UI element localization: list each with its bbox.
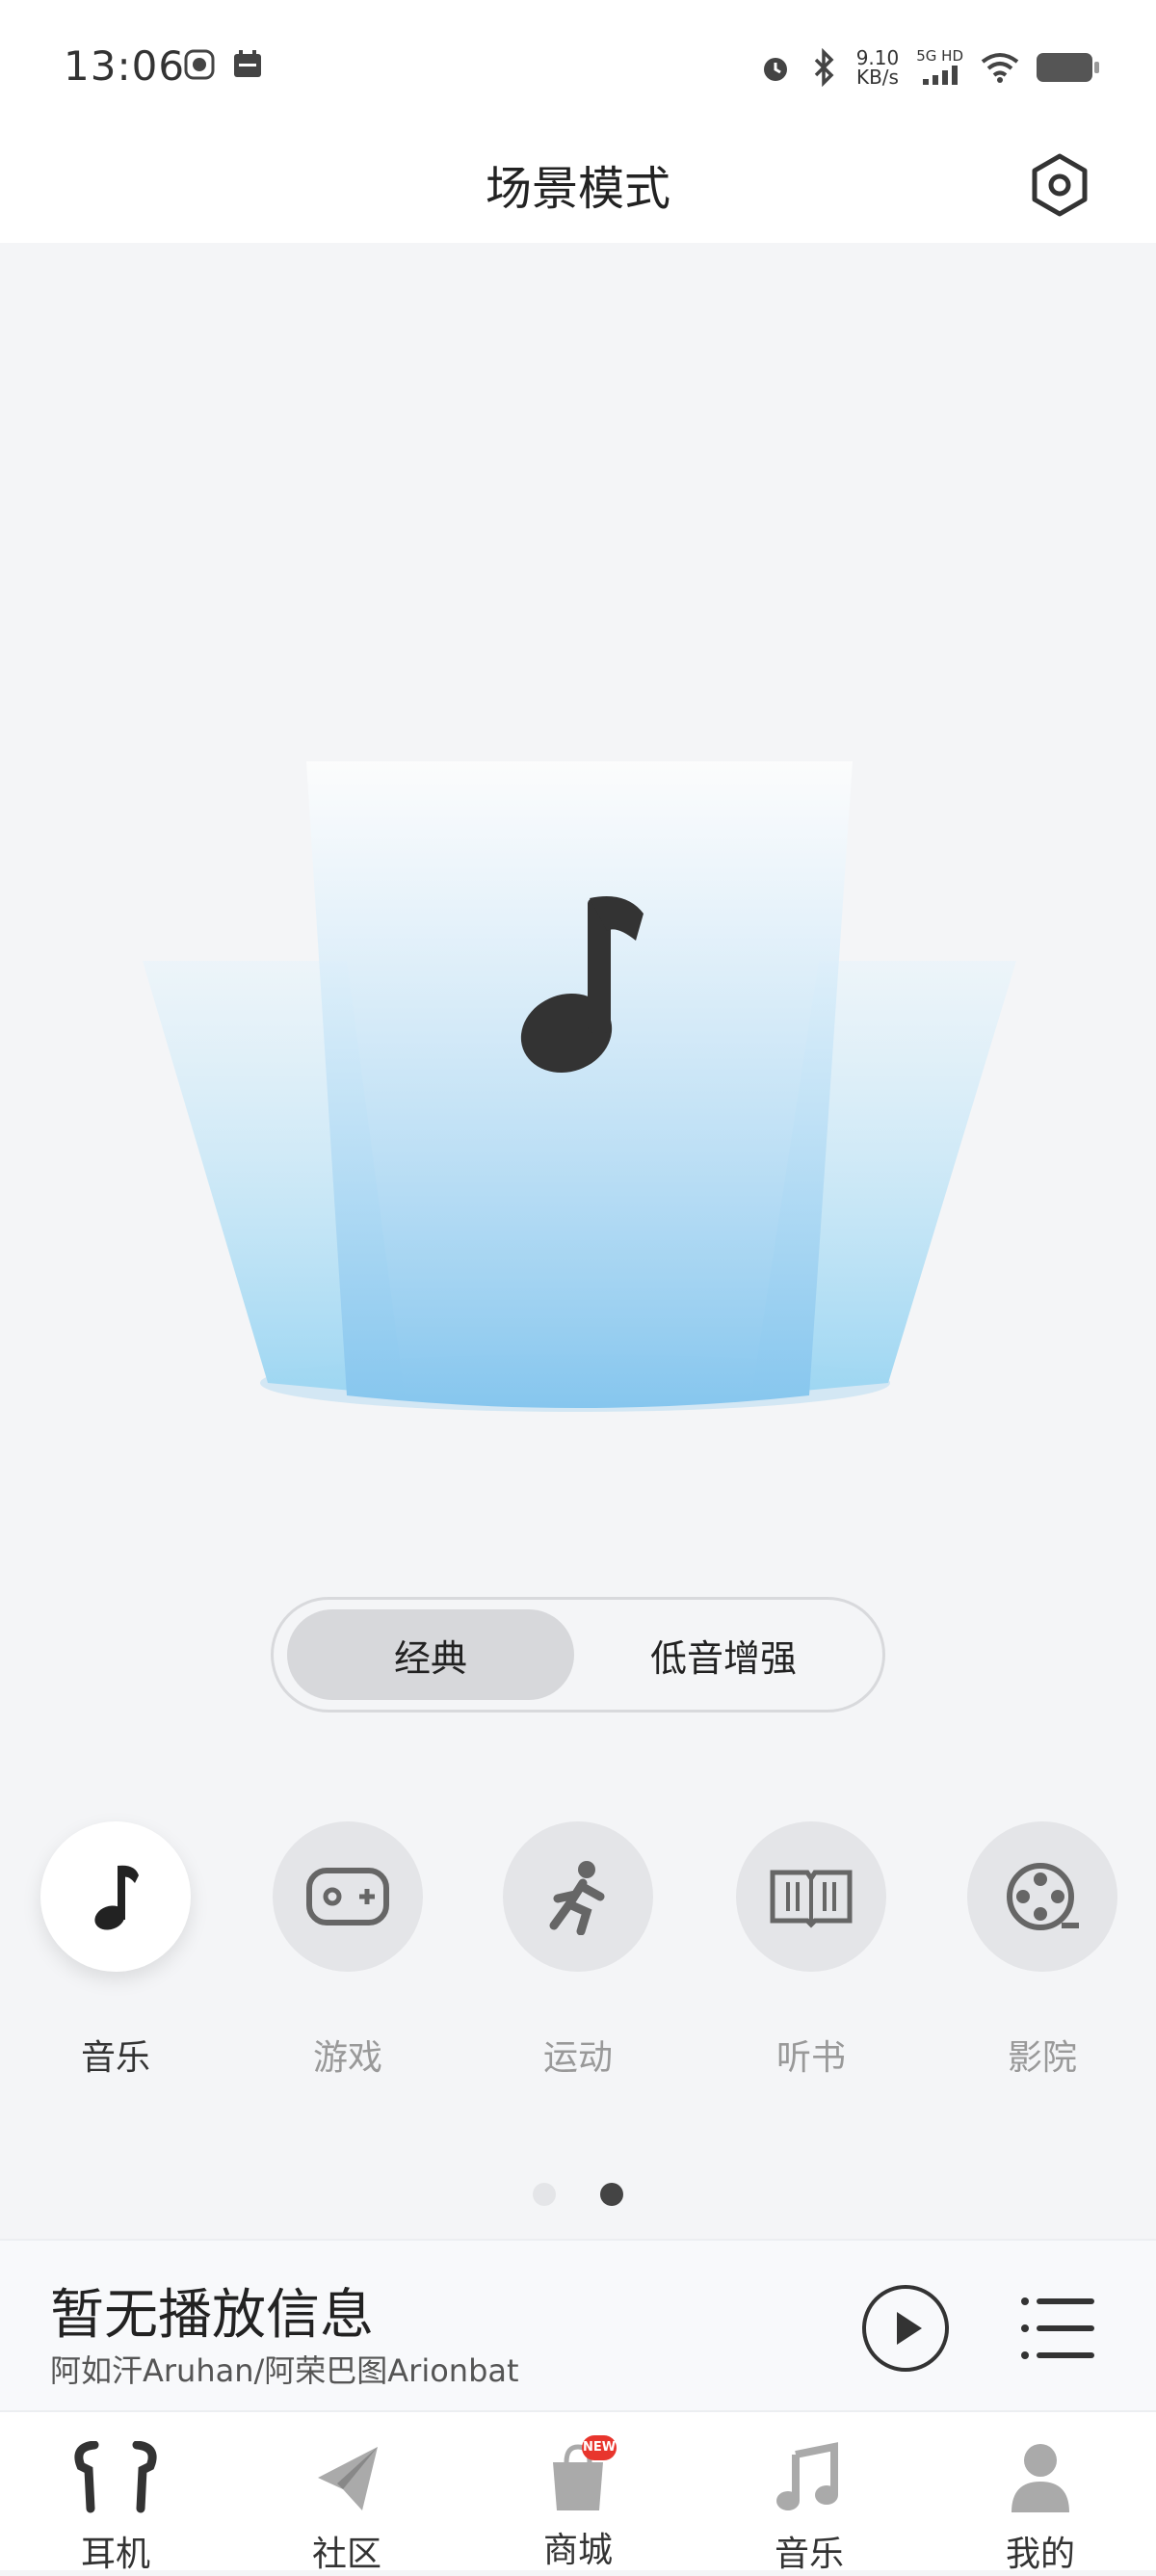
shopping-bag-wrap: NEW <box>530 2435 626 2514</box>
cell-signal-icon <box>922 66 958 85</box>
scene-cinema-label: 影院 <box>1007 2038 1077 2078</box>
status-left-icons <box>183 48 264 81</box>
scene-audiobook[interactable]: 听书 <box>734 1821 888 2080</box>
network-type-label: 5G HD <box>916 47 963 65</box>
tab-earbuds-label: 耳机 <box>80 2535 150 2574</box>
person-icon <box>1012 2444 1069 2512</box>
scene-sport-circle <box>503 1821 653 1972</box>
tab-store-label: 商城 <box>542 2531 613 2570</box>
tab-music[interactable]: 音乐 <box>713 2441 906 2576</box>
earbuds-icon <box>74 2440 157 2513</box>
tab-music-label: 音乐 <box>774 2535 844 2574</box>
music-note-icon <box>94 1865 139 1930</box>
status-right-icons: 9.10 KB/s 5G HD <box>758 46 1099 88</box>
tab-community-label: 社区 <box>311 2535 381 2574</box>
play-button[interactable] <box>860 2283 951 2374</box>
bluetooth-icon <box>814 47 834 87</box>
app-notification-icon <box>184 49 215 80</box>
film-reel-icon <box>1007 1863 1079 1930</box>
scene-selector: 音乐 游戏 运动 听书 影院 <box>0 1821 1156 2091</box>
page-indicator <box>0 2183 1156 2206</box>
header: 场景模式 <box>0 125 1156 243</box>
music-note-icon <box>776 2442 838 2510</box>
scene-visualization <box>0 243 1156 1592</box>
now-playing-bar[interactable]: 暂无播放信息 阿如汗Aruhan/阿荣巴图Arionbat <box>0 2239 1156 2410</box>
running-icon <box>549 1861 605 1935</box>
page-title: 场景模式 <box>485 162 670 216</box>
tab-earbuds[interactable]: 耳机 <box>19 2440 212 2576</box>
net-speed-unit: KB/s <box>855 65 899 89</box>
scene-cinema[interactable]: 影院 <box>965 1821 1119 2080</box>
scene-music-circle <box>40 1821 191 1972</box>
tab-profile[interactable]: 我的 <box>944 2441 1137 2576</box>
battery-icon <box>1037 52 1099 82</box>
book-icon <box>770 1870 853 1928</box>
status-bar: 13:06 9.10 KB/s 5G HD <box>0 0 1156 135</box>
new-badge: NEW <box>582 2435 617 2460</box>
scene-music[interactable]: 音乐 <box>39 1821 193 2080</box>
settings-hexagon-icon[interactable] <box>1025 150 1094 220</box>
page-dot-2[interactable] <box>600 2183 623 2206</box>
scene-music-label: 音乐 <box>80 2038 150 2078</box>
page-dot-1[interactable] <box>533 2183 556 2206</box>
sound-beam-illustration <box>143 761 1016 1412</box>
scene-audiobook-label: 听书 <box>775 2038 846 2078</box>
scene-sport-label: 运动 <box>542 2038 613 2078</box>
mode-option-bass-boost[interactable]: 低音增强 <box>580 1609 867 1700</box>
status-time: 13:06 <box>64 42 186 90</box>
tab-profile-label: 我的 <box>1005 2535 1075 2574</box>
now-playing-artist: 阿如汗Aruhan/阿荣巴图Arionbat <box>50 2352 519 2389</box>
scene-audiobook-circle <box>736 1821 886 1972</box>
net-speed: 9.10 KB/s <box>856 48 900 87</box>
alarm-icon <box>763 57 787 81</box>
network-type: 5G HD <box>916 46 963 88</box>
net-speed-value: 9.10 <box>855 45 900 69</box>
tab-community[interactable]: 社区 <box>250 2441 443 2576</box>
gamepad-icon <box>306 1868 389 1925</box>
scene-game-circle <box>273 1821 423 1972</box>
tab-store[interactable]: NEW 商城 <box>482 2435 674 2572</box>
scene-sport[interactable]: 运动 <box>501 1821 655 2080</box>
scene-game-label: 游戏 <box>312 2038 382 2078</box>
now-playing-title: 暂无播放信息 <box>50 2284 374 2347</box>
calendar-notification-icon <box>234 50 261 77</box>
paper-plane-icon <box>318 2447 378 2510</box>
scene-cinema-circle <box>967 1821 1117 1972</box>
sound-mode-toggle: 经典 低音增强 <box>271 1597 885 1713</box>
scene-game[interactable]: 游戏 <box>271 1821 425 2080</box>
bottom-tab-bar: 耳机 社区 NEW 商城 音乐 我的 <box>0 2410 1156 2574</box>
center-beam <box>306 761 853 1408</box>
playlist-icon[interactable] <box>1019 2294 1096 2363</box>
mode-option-classic[interactable]: 经典 <box>287 1609 574 1700</box>
wifi-icon <box>981 52 1019 83</box>
